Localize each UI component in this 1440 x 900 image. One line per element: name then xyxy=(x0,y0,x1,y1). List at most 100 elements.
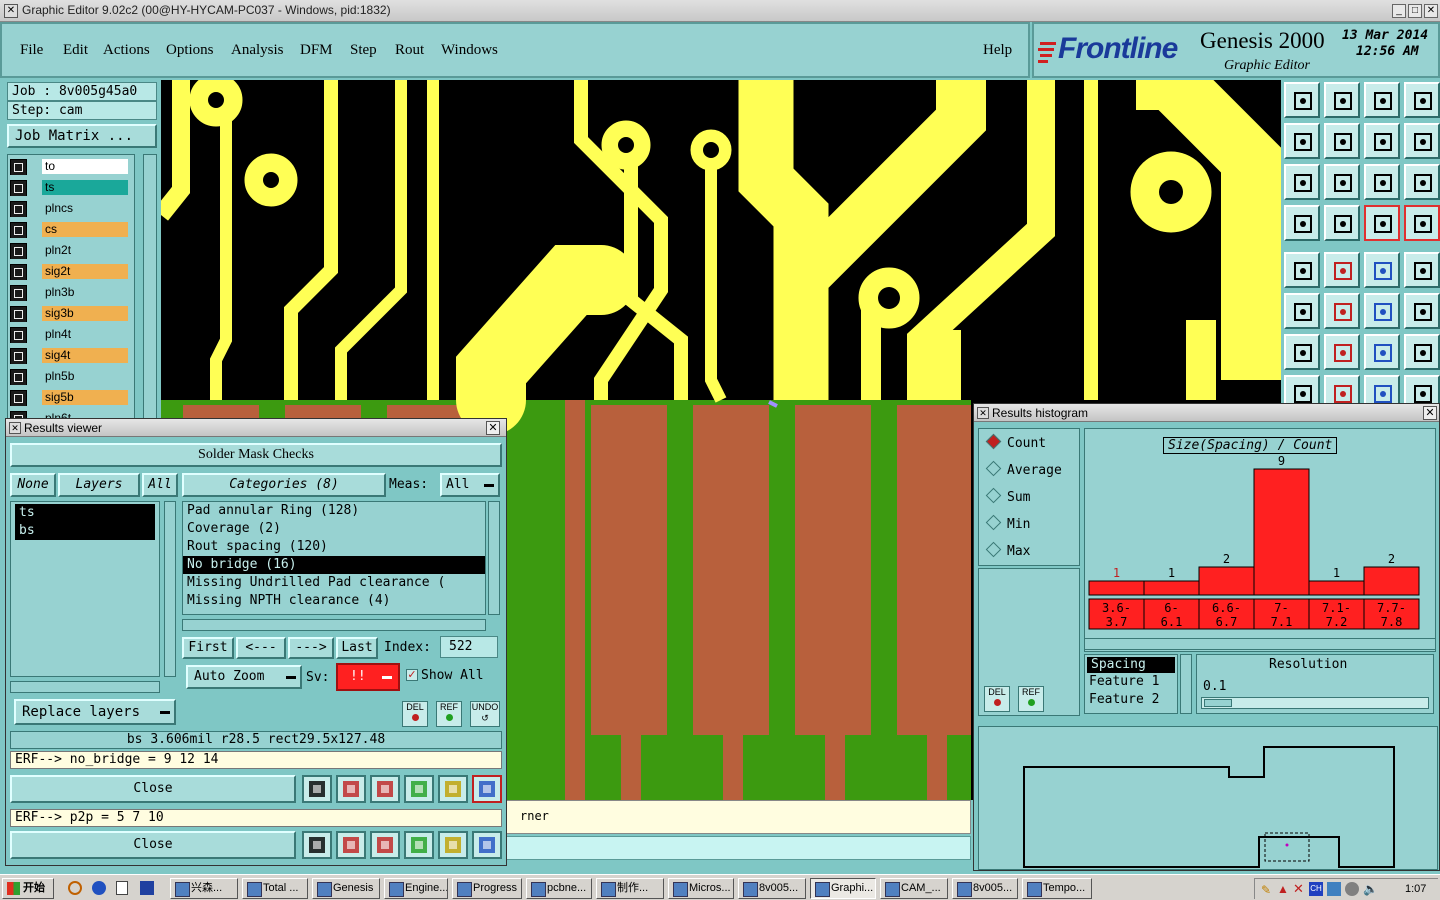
menu-step[interactable]: Step xyxy=(350,42,377,59)
replace-layers-select[interactable]: Replace layers xyxy=(14,699,176,725)
next-button[interactable]: ---> xyxy=(288,637,334,659)
category-vscroll[interactable] xyxy=(488,501,500,615)
board-preview[interactable] xyxy=(978,726,1438,870)
taskbar-item[interactable]: 8v005... xyxy=(738,878,806,899)
layer-name[interactable]: sig5b xyxy=(42,390,128,405)
circle-select-icon[interactable] xyxy=(1404,252,1440,288)
layer-name[interactable]: sig2t xyxy=(42,264,128,279)
mode-sum[interactable]: Sum xyxy=(985,487,1030,505)
category-item[interactable]: Rout spacing (120) xyxy=(183,538,485,556)
no-ref-icon[interactable] xyxy=(370,831,400,859)
tray-triangle-icon[interactable]: ▲ xyxy=(1277,882,1289,896)
layer-row-sig2t[interactable]: sig2t xyxy=(10,263,128,280)
report-icon[interactable] xyxy=(438,775,468,803)
layer-results-hscroll[interactable] xyxy=(10,681,160,693)
select-shape-icon[interactable] xyxy=(1324,252,1360,288)
histogram-bar[interactable] xyxy=(1253,468,1310,596)
option-feature-2[interactable]: Feature 2 xyxy=(1085,691,1177,709)
del-button[interactable]: DEL xyxy=(402,701,428,727)
histo-ref-button[interactable]: REF xyxy=(1018,686,1044,712)
menu-file[interactable]: File xyxy=(20,42,43,59)
job-matrix-button[interactable]: Job Matrix ... xyxy=(7,124,157,148)
taskbar-item[interactable]: Total ... xyxy=(242,878,308,899)
mode-max[interactable]: Max xyxy=(985,541,1030,559)
cross-nodes-icon[interactable] xyxy=(1324,293,1360,329)
result-layer-ts[interactable]: ts xyxy=(15,504,155,522)
histogram-icon[interactable] xyxy=(472,831,502,859)
menu-rout[interactable]: Rout xyxy=(395,42,424,59)
layer-checkbox[interactable] xyxy=(10,159,27,175)
fit-screen-icon[interactable] xyxy=(1284,164,1320,200)
measure-line-icon[interactable] xyxy=(1364,293,1400,329)
layer-name[interactable]: pln4t xyxy=(42,327,128,342)
panel-icon[interactable] xyxy=(1404,82,1440,118)
histogram-hscroll[interactable] xyxy=(1084,638,1436,650)
menu-actions[interactable]: Actions xyxy=(103,42,150,59)
globe-icon[interactable] xyxy=(92,881,106,895)
tray-network-icon[interactable] xyxy=(1327,882,1341,896)
layer-row-sig4t[interactable]: sig4t xyxy=(10,347,128,364)
close-button-2[interactable]: Close xyxy=(10,831,296,859)
layer-checkbox[interactable] xyxy=(10,369,27,385)
layer-name[interactable]: sig4t xyxy=(42,348,128,363)
histogram-bar[interactable] xyxy=(1198,566,1255,596)
layer-checkbox[interactable] xyxy=(10,306,27,322)
layer-name[interactable]: sig3b xyxy=(42,306,128,321)
menu-dfm[interactable]: DFM xyxy=(300,42,333,59)
switch-icon[interactable] xyxy=(1404,123,1440,159)
layer-row-pln4t[interactable]: pln4t xyxy=(10,326,128,343)
zoom-home-icon[interactable] xyxy=(1284,82,1320,118)
zoom-down-icon[interactable] xyxy=(1324,82,1360,118)
tray-clock[interactable]: 1:07 xyxy=(1405,883,1426,895)
center-icon[interactable] xyxy=(1324,164,1360,200)
layer-results-list[interactable]: ts bs xyxy=(10,501,160,677)
first-button[interactable]: First xyxy=(182,637,234,659)
last-button[interactable]: Last xyxy=(336,637,378,659)
ruler-icon[interactable] xyxy=(1364,252,1400,288)
categories-button[interactable]: Categories (8) xyxy=(182,473,386,497)
histogram-icon[interactable] xyxy=(472,775,502,803)
layer-name[interactable]: pln5b xyxy=(42,369,128,384)
show-all-checkbox[interactable]: ✓ xyxy=(406,669,418,681)
layer-row-plncs[interactable]: plncs xyxy=(10,200,128,217)
layer-checkbox[interactable] xyxy=(10,180,27,196)
start-button[interactable]: 开始 xyxy=(2,878,54,899)
close-icon[interactable]: ✕ xyxy=(1424,4,1438,18)
taskbar-item[interactable]: 兴森... xyxy=(170,878,238,899)
layer-row-to[interactable]: to xyxy=(10,158,128,175)
meas-select[interactable]: All xyxy=(440,473,500,497)
help-question-icon[interactable] xyxy=(1404,164,1440,200)
option-spacing[interactable]: Spacing xyxy=(1087,657,1175,673)
taskbar-item[interactable]: Genesis xyxy=(312,878,380,899)
radio-diamond-icon[interactable] xyxy=(985,541,1002,558)
taskbar-item[interactable]: Engine... xyxy=(384,878,448,899)
menu-edit[interactable]: Edit xyxy=(63,42,88,59)
layer-checkbox[interactable] xyxy=(10,390,27,406)
index-input[interactable]: 522 xyxy=(440,636,498,658)
taskbar-item[interactable]: CAM_... xyxy=(880,878,948,899)
slope-icon[interactable] xyxy=(1324,334,1360,370)
ref-button[interactable]: REF xyxy=(436,701,462,727)
report-icon[interactable] xyxy=(438,831,468,859)
threshold-chart-icon[interactable] xyxy=(302,775,332,803)
save-disk-icon[interactable] xyxy=(140,881,154,895)
layer-image-icon[interactable] xyxy=(336,775,366,803)
taskbar-item[interactable]: 8v005... xyxy=(952,878,1018,899)
prev-button[interactable]: <--- xyxy=(236,637,286,659)
radio-diamond-icon[interactable] xyxy=(985,460,1002,477)
taskbar-item[interactable]: pcbne... xyxy=(526,878,592,899)
resolution-slider[interactable] xyxy=(1201,697,1429,709)
tray-volume-icon[interactable]: 🔈 xyxy=(1363,882,1378,896)
category-item[interactable]: Missing Undrilled Pad clearance ( xyxy=(183,574,485,592)
layer-image-icon[interactable] xyxy=(336,831,366,859)
layer-row-pln2t[interactable]: pln2t xyxy=(10,242,128,259)
option-feature-1[interactable]: Feature 1 xyxy=(1085,673,1177,691)
pan-right-icon[interactable] xyxy=(1324,123,1360,159)
connect-nodes-icon[interactable] xyxy=(1284,293,1320,329)
layer-row-sig5b[interactable]: sig5b xyxy=(10,389,128,406)
target-icon[interactable] xyxy=(1284,252,1320,288)
taskbar-item[interactable]: Micros... xyxy=(668,878,734,899)
radio-diamond-icon[interactable] xyxy=(985,514,1002,531)
category-item[interactable]: Pad annular Ring (128) xyxy=(183,502,485,520)
clock-app-icon[interactable] xyxy=(68,881,82,895)
